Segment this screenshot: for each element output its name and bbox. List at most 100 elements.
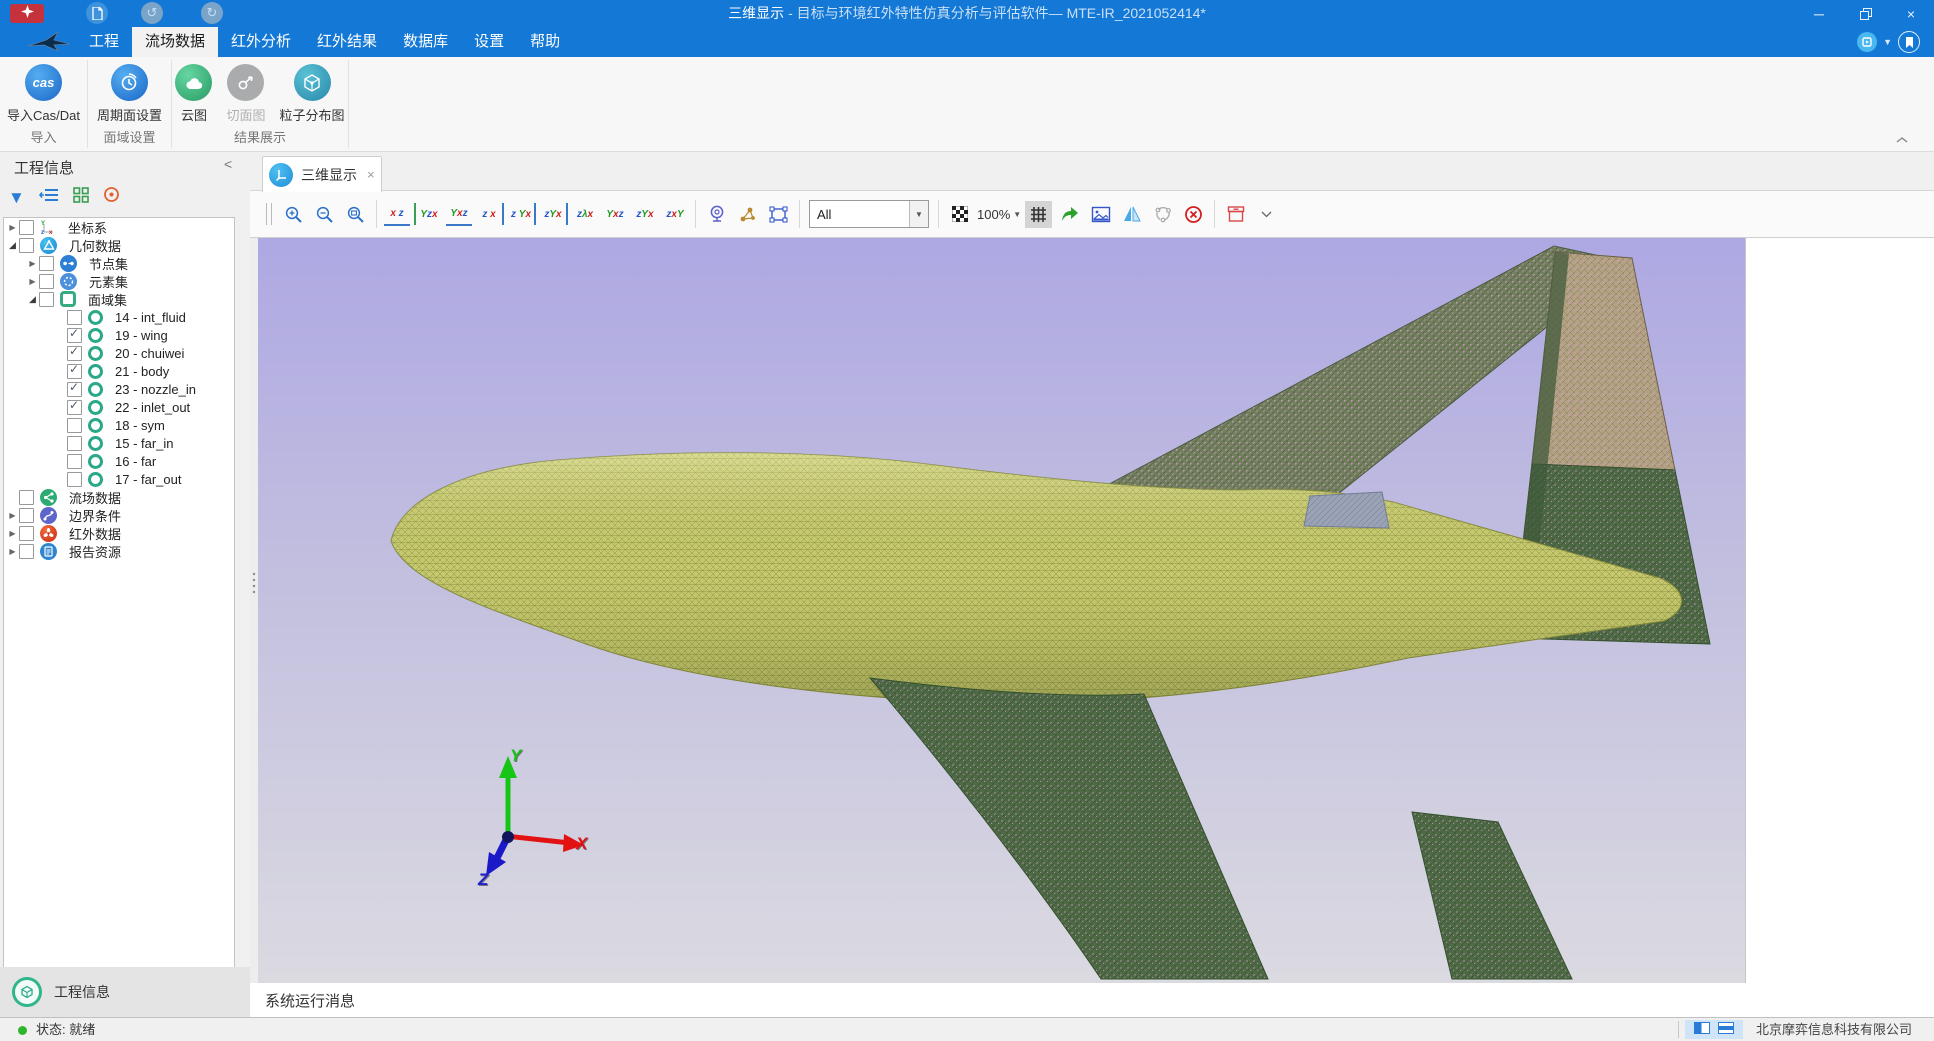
- view-iso-icon[interactable]: zλx: [572, 203, 598, 225]
- tree-item-surface[interactable]: 23 - nozzle_in: [4, 380, 234, 398]
- zoom-out-icon[interactable]: [311, 201, 338, 228]
- tree-item-surface[interactable]: 21 - body: [4, 362, 234, 380]
- panel-bottom-tab[interactable]: 工程信息: [0, 967, 250, 1017]
- checkbox[interactable]: [67, 418, 82, 433]
- checkbox[interactable]: [67, 400, 82, 415]
- view-iso-icon[interactable]: Yxz: [602, 203, 628, 225]
- checkbox[interactable]: [19, 526, 34, 541]
- checkbox[interactable]: [67, 454, 82, 469]
- view-iso-icon[interactable]: zxY: [662, 203, 688, 225]
- minimize-button[interactable]: ─: [1796, 0, 1842, 27]
- light-icon[interactable]: [703, 201, 730, 228]
- tree-item-surface[interactable]: 17 - far_out: [4, 470, 234, 488]
- transparency-icon[interactable]: [946, 201, 973, 228]
- tree-item-surface[interactable]: 20 - chuiwei: [4, 344, 234, 362]
- selection-filter-select[interactable]: All ▼: [809, 200, 929, 228]
- tree-item-elementset[interactable]: ▶ 元素集: [4, 272, 234, 290]
- expand-icon[interactable]: ▶: [6, 547, 19, 556]
- snapshot-icon[interactable]: [1087, 201, 1114, 228]
- layout-rows-icon[interactable]: [1718, 1021, 1734, 1039]
- tree-item-boundary[interactable]: ▶ 边界条件: [4, 506, 234, 524]
- filter-icon[interactable]: ▼: [8, 189, 25, 206]
- zoom-in-icon[interactable]: [280, 201, 307, 228]
- tab-3d-view[interactable]: 三维显示 ×: [262, 156, 382, 192]
- import-cas-dat-button[interactable]: cas 导入Cas/Dat: [1, 60, 86, 128]
- combo-arrow-icon[interactable]: ▼: [909, 201, 928, 227]
- tree-item-coordsys[interactable]: ▶ Yzx 坐标系: [4, 218, 234, 236]
- view-orientation-icon[interactable]: z x: [476, 203, 504, 225]
- checkbox[interactable]: [67, 436, 82, 451]
- locate-target-icon[interactable]: [103, 186, 120, 208]
- expand-icon[interactable]: ▶: [26, 259, 39, 268]
- menu-item-help[interactable]: 帮助: [517, 27, 573, 57]
- checkbox[interactable]: [67, 472, 82, 487]
- expand-icon[interactable]: ▶: [6, 223, 19, 232]
- menu-item-ir-results[interactable]: 红外结果: [304, 27, 390, 57]
- checkbox[interactable]: [19, 544, 34, 559]
- checkbox[interactable]: [67, 364, 82, 379]
- tree-item-infrared[interactable]: ▶ 红外数据: [4, 524, 234, 542]
- expand-icon[interactable]: ▶: [26, 277, 39, 286]
- tab-close-icon[interactable]: ×: [367, 167, 375, 182]
- expand-icon[interactable]: ▶: [6, 529, 19, 538]
- panel-splitter[interactable]: [250, 238, 258, 1017]
- checkbox[interactable]: [39, 292, 54, 307]
- close-button[interactable]: ×: [1888, 0, 1934, 27]
- ribbon-collapse-button[interactable]: [1896, 131, 1908, 149]
- periodic-face-button[interactable]: 周期面设置: [91, 60, 168, 128]
- menu-item-project[interactable]: 工程: [76, 27, 132, 57]
- tree-item-faceset[interactable]: ◢ 面域集: [4, 290, 234, 308]
- checkbox[interactable]: [19, 220, 34, 235]
- list-view-icon[interactable]: [39, 187, 59, 208]
- tree-item-surface[interactable]: 22 - inlet_out: [4, 398, 234, 416]
- particle-distribution-button[interactable]: 粒子分布图: [274, 60, 351, 128]
- package-icon[interactable]: [1222, 201, 1249, 228]
- view-orientation-icon[interactable]: z Yx: [508, 203, 536, 225]
- tree-item-geometry[interactable]: ◢ 几何数据: [4, 236, 234, 254]
- collapse-icon[interactable]: ◢: [6, 240, 19, 251]
- checkbox[interactable]: [67, 346, 82, 361]
- view-orientation-icon[interactable]: Yzx: [414, 203, 442, 225]
- tree-item-report[interactable]: ▶ 报告资源: [4, 542, 234, 560]
- toolbar-grip[interactable]: [266, 203, 272, 225]
- tree-item-surface[interactable]: 15 - far_in: [4, 434, 234, 452]
- tree-item-surface[interactable]: 16 - far: [4, 452, 234, 470]
- zoom-level-dropdown[interactable]: 100%▼: [977, 207, 1021, 222]
- view-orientation-icon[interactable]: Yxz: [446, 202, 472, 226]
- menu-item-settings[interactable]: 设置: [461, 27, 517, 57]
- select-box-icon[interactable]: [765, 201, 792, 228]
- grid-view-icon[interactable]: [73, 187, 89, 208]
- collapse-icon[interactable]: ◢: [26, 294, 39, 305]
- menu-item-flowfield[interactable]: 流场数据: [132, 27, 218, 57]
- checkbox[interactable]: [39, 256, 54, 271]
- splitter-handle[interactable]: [252, 571, 256, 597]
- tree-item-surface[interactable]: 19 - wing: [4, 326, 234, 344]
- mirror-icon[interactable]: [1118, 201, 1145, 228]
- restore-button[interactable]: [1842, 0, 1888, 27]
- expand-icon[interactable]: ▶: [6, 511, 19, 520]
- view-iso-icon[interactable]: zYx: [632, 203, 658, 225]
- mesh-grid-toggle[interactable]: [1025, 201, 1052, 228]
- checkbox[interactable]: [19, 238, 34, 253]
- checkbox[interactable]: [19, 508, 34, 523]
- checkbox[interactable]: [67, 382, 82, 397]
- tree-item-surface[interactable]: 18 - sym: [4, 416, 234, 434]
- view-orientation-icon[interactable]: x z: [384, 202, 410, 226]
- tree-item-flowdata[interactable]: ▶ 流场数据: [4, 488, 234, 506]
- molecule-icon[interactable]: [734, 201, 761, 228]
- dropdown-caret-icon[interactable]: ▼: [1883, 37, 1892, 47]
- checkbox[interactable]: [67, 310, 82, 325]
- checkbox[interactable]: [19, 490, 34, 505]
- chevron-down-icon[interactable]: [1253, 201, 1280, 228]
- tree-item-surface[interactable]: 14 - int_fluid: [4, 308, 234, 326]
- layout-split-icon[interactable]: [1694, 1021, 1710, 1039]
- view-orientation-icon[interactable]: zYx: [540, 203, 568, 225]
- theme-button[interactable]: [1898, 31, 1920, 53]
- export-arrow-icon[interactable]: [1056, 201, 1083, 228]
- menu-item-database[interactable]: 数据库: [390, 27, 461, 57]
- panel-toggle-button[interactable]: [1857, 32, 1877, 52]
- checkbox[interactable]: [67, 328, 82, 343]
- contour-button[interactable]: 云图: [169, 60, 218, 128]
- cancel-icon[interactable]: [1180, 201, 1207, 228]
- zoom-fit-icon[interactable]: [342, 201, 369, 228]
